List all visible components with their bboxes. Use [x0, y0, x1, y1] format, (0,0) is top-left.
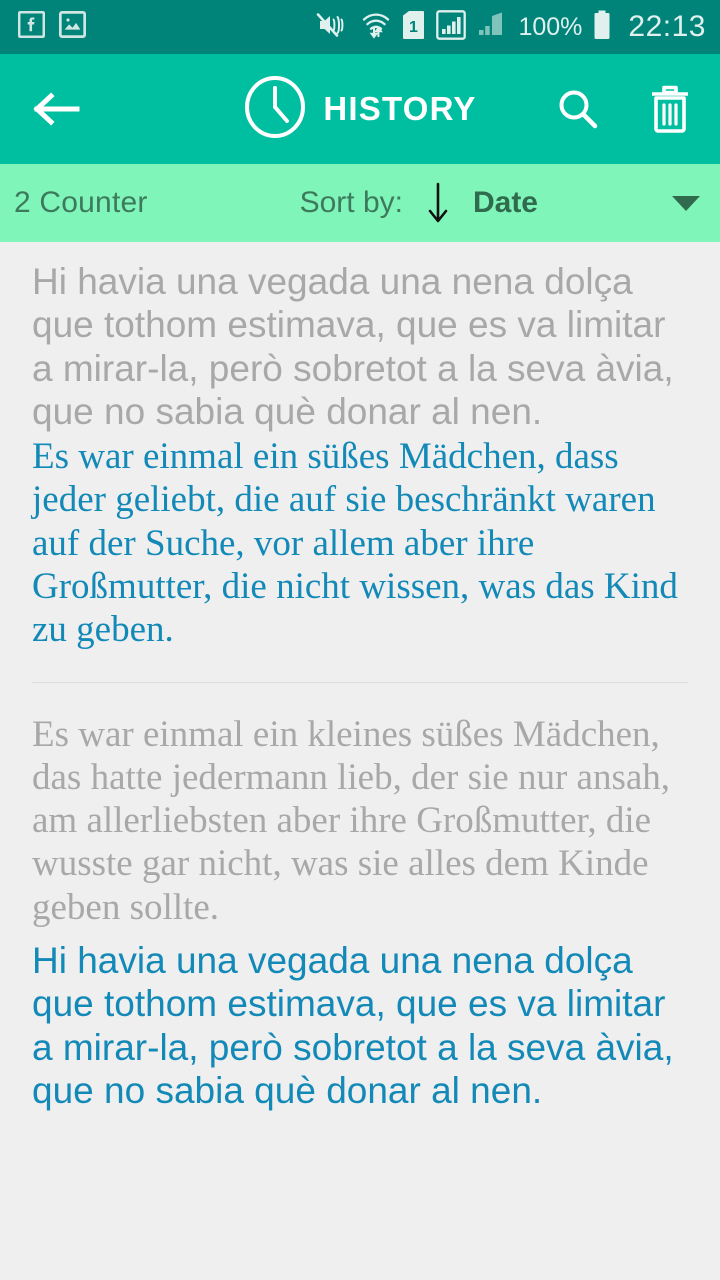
battery-icon — [593, 10, 611, 45]
list-item[interactable]: Hi havia una vegada una nena dolça que t… — [0, 242, 720, 652]
history-list[interactable]: Hi havia una vegada una nena dolça que t… — [0, 242, 720, 1280]
page-title: HISTORY — [323, 90, 477, 127]
status-bar-clock: 22:13 — [628, 10, 706, 43]
back-button[interactable] — [26, 78, 88, 140]
sort-value-label: Date — [472, 186, 538, 219]
app-bar-actions — [550, 81, 698, 137]
item-target-text: Es war einmal ein süßes Mädchen, dass je… — [32, 436, 678, 651]
signal-bars-icon — [477, 10, 507, 45]
sort-direction-icon[interactable] — [425, 180, 451, 226]
wifi-transfer-icon — [361, 11, 391, 44]
status-bar-notifications — [17, 10, 87, 43]
item-source-text: Es war einmal ein kleines süßes Mädchen,… — [32, 713, 671, 928]
search-button[interactable] — [550, 81, 606, 137]
clock-icon — [243, 75, 307, 144]
sort-control[interactable]: Sort by: Date — [300, 180, 702, 226]
sim-1-icon: 1 — [402, 10, 425, 45]
item-target-text: Hi havia una vegada una nena dolça que t… — [32, 939, 674, 1111]
battery-percent-label: 100% — [518, 12, 583, 41]
svg-text:1: 1 — [410, 19, 419, 36]
delete-all-button[interactable] — [642, 81, 698, 137]
search-icon — [559, 90, 598, 129]
status-bar: 1 100% 22:13 — [0, 0, 720, 54]
history-screen: 1 100% 22:13 HISTORY 2 Counter Sort by: … — [0, 0, 720, 1280]
status-bar-system-icons: 1 100% 22:13 — [316, 9, 706, 45]
item-source-text: Hi havia una vegada una nena dolça que t… — [32, 261, 674, 432]
trash-icon — [652, 85, 688, 133]
list-item[interactable]: Es war einmal ein kleines süßes Mädchen,… — [0, 683, 720, 1113]
facebook-icon — [17, 10, 46, 43]
sort-bar: 2 Counter Sort by: Date — [0, 164, 720, 242]
counter-label: 2 Counter — [14, 186, 148, 219]
app-bar: HISTORY — [0, 54, 720, 164]
signal-bars-boxed-icon — [436, 9, 467, 45]
chevron-down-icon[interactable] — [670, 193, 702, 213]
sort-by-label: Sort by: — [299, 186, 403, 219]
vibrate-mute-icon — [316, 11, 350, 44]
photo-icon — [59, 11, 87, 43]
